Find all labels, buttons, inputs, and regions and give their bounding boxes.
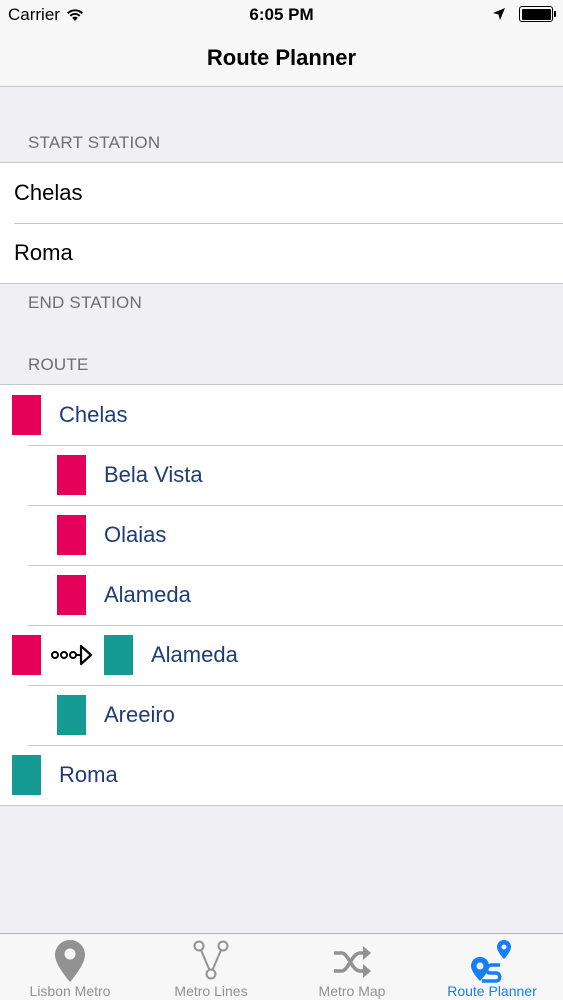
tab-metro-map[interactable]: Metro Map <box>282 934 422 1000</box>
status-right <box>493 6 556 22</box>
tab-route-planner[interactable]: Route Planner <box>422 934 562 1000</box>
navigation-bar: Route Planner <box>0 30 563 87</box>
metro-lines-icon <box>193 940 229 980</box>
tab-label: Metro Map <box>318 983 386 999</box>
transfer-arrow-icon <box>51 644 93 666</box>
route-list: Chelas Bela Vista Olaias Alameda Alameda… <box>0 384 563 806</box>
red-line-marker <box>57 515 86 555</box>
status-bar: Carrier 6:05 PM <box>0 0 563 30</box>
location-arrow-icon <box>493 8 505 20</box>
route-station-label: Areeiro <box>104 702 175 727</box>
status-time: 6:05 PM <box>249 5 314 24</box>
tab-bar: Lisbon Metro Metro Lines Metro Map Route… <box>0 933 563 1000</box>
green-line-marker <box>57 695 86 735</box>
tab-label: Route Planner <box>447 983 537 999</box>
route-row[interactable]: Olaias <box>0 505 563 565</box>
route-header: ROUTE <box>28 355 89 374</box>
end-station-label: Roma <box>14 240 73 265</box>
red-line-marker <box>12 395 41 435</box>
route-station-label: Roma <box>59 762 118 787</box>
red-line-marker <box>57 575 86 615</box>
end-station-header: END STATION <box>28 293 142 312</box>
red-line-marker <box>12 635 41 675</box>
route-station-label: Alameda <box>151 642 238 667</box>
route-station-label: Chelas <box>59 402 128 427</box>
route-station-label: Bela Vista <box>104 462 203 487</box>
shuffle-icon <box>334 946 371 978</box>
tab-metro-lines[interactable]: Metro Lines <box>141 934 281 1000</box>
route-row[interactable]: Chelas <box>0 385 563 445</box>
green-line-marker <box>12 755 41 795</box>
tab-label: Metro Lines <box>174 983 248 999</box>
route-row[interactable]: Bela Vista <box>0 445 563 505</box>
map-pin-icon <box>55 940 85 982</box>
route-transfer-row[interactable]: Alameda <box>0 625 563 685</box>
start-station-label: Chelas <box>14 180 83 205</box>
route-station-label: Alameda <box>104 582 191 607</box>
battery-icon <box>519 6 556 22</box>
end-station-row[interactable]: Roma <box>0 223 563 283</box>
route-icon <box>471 940 511 983</box>
start-station-row[interactable]: Chelas <box>0 163 563 223</box>
route-row[interactable]: Alameda <box>0 565 563 625</box>
start-station-header: START STATION <box>28 133 161 152</box>
route-station-label: Olaias <box>104 522 167 547</box>
route-row[interactable]: Roma <box>0 745 563 805</box>
page-title: Route Planner <box>206 45 357 70</box>
tab-label: Lisbon Metro <box>29 983 111 999</box>
start-station-group: Chelas Roma <box>0 162 563 284</box>
tab-lisbon-metro[interactable]: Lisbon Metro <box>0 934 140 1000</box>
route-row[interactable]: Areeiro <box>0 685 563 745</box>
green-line-marker <box>104 635 133 675</box>
red-line-marker <box>57 455 86 495</box>
